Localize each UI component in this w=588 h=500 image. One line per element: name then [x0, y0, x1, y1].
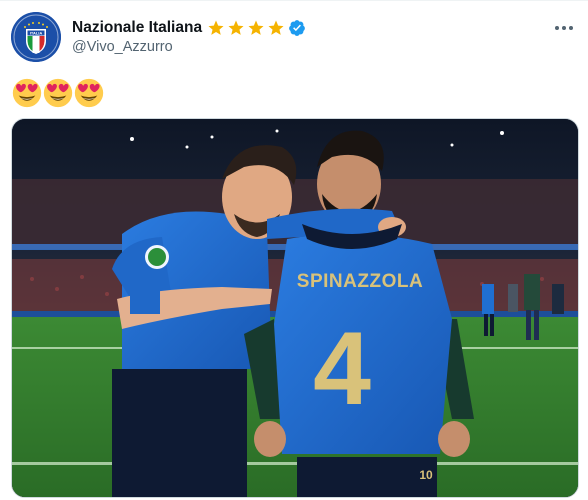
- avatar-logo-text: ITALIA: [30, 31, 43, 36]
- star-icon: [248, 20, 264, 35]
- author-handle[interactable]: @Vivo_Azzurro: [72, 39, 173, 55]
- author-display-name[interactable]: Nazionale Italiana: [72, 19, 202, 37]
- avatar[interactable]: ITALIA: [11, 12, 61, 62]
- heart-eyes-emoji-icon: [43, 78, 73, 108]
- verified-badge-icon: [289, 20, 305, 36]
- more-dot: [569, 26, 573, 30]
- shirt-number-text: 4: [313, 311, 371, 427]
- shirt-name-text: SPINAZZOLA: [297, 271, 423, 292]
- divider: [0, 0, 588, 1]
- tweet-card[interactable]: ITALIA Nazionale Italiana @Vivo_Azzurro: [0, 0, 588, 500]
- more-dot: [562, 26, 566, 30]
- heart-eyes-emoji-icon: [12, 78, 42, 108]
- star-rating: [207, 19, 287, 37]
- heart-eyes-emoji-icon: [74, 78, 104, 108]
- star-icon: [268, 20, 284, 35]
- tweet-text: [12, 78, 105, 108]
- tweet-media-photo[interactable]: SPINAZZOLA 4 10: [11, 118, 579, 498]
- italy-shield-logo-icon: ITALIA: [11, 12, 61, 62]
- shorts-number-text: 10: [419, 468, 433, 482]
- more-dot: [555, 26, 559, 30]
- more-options-button[interactable]: [552, 17, 576, 39]
- photo: SPINAZZOLA 4 10: [12, 119, 578, 497]
- star-icon: [228, 20, 244, 35]
- star-icon: [208, 20, 224, 35]
